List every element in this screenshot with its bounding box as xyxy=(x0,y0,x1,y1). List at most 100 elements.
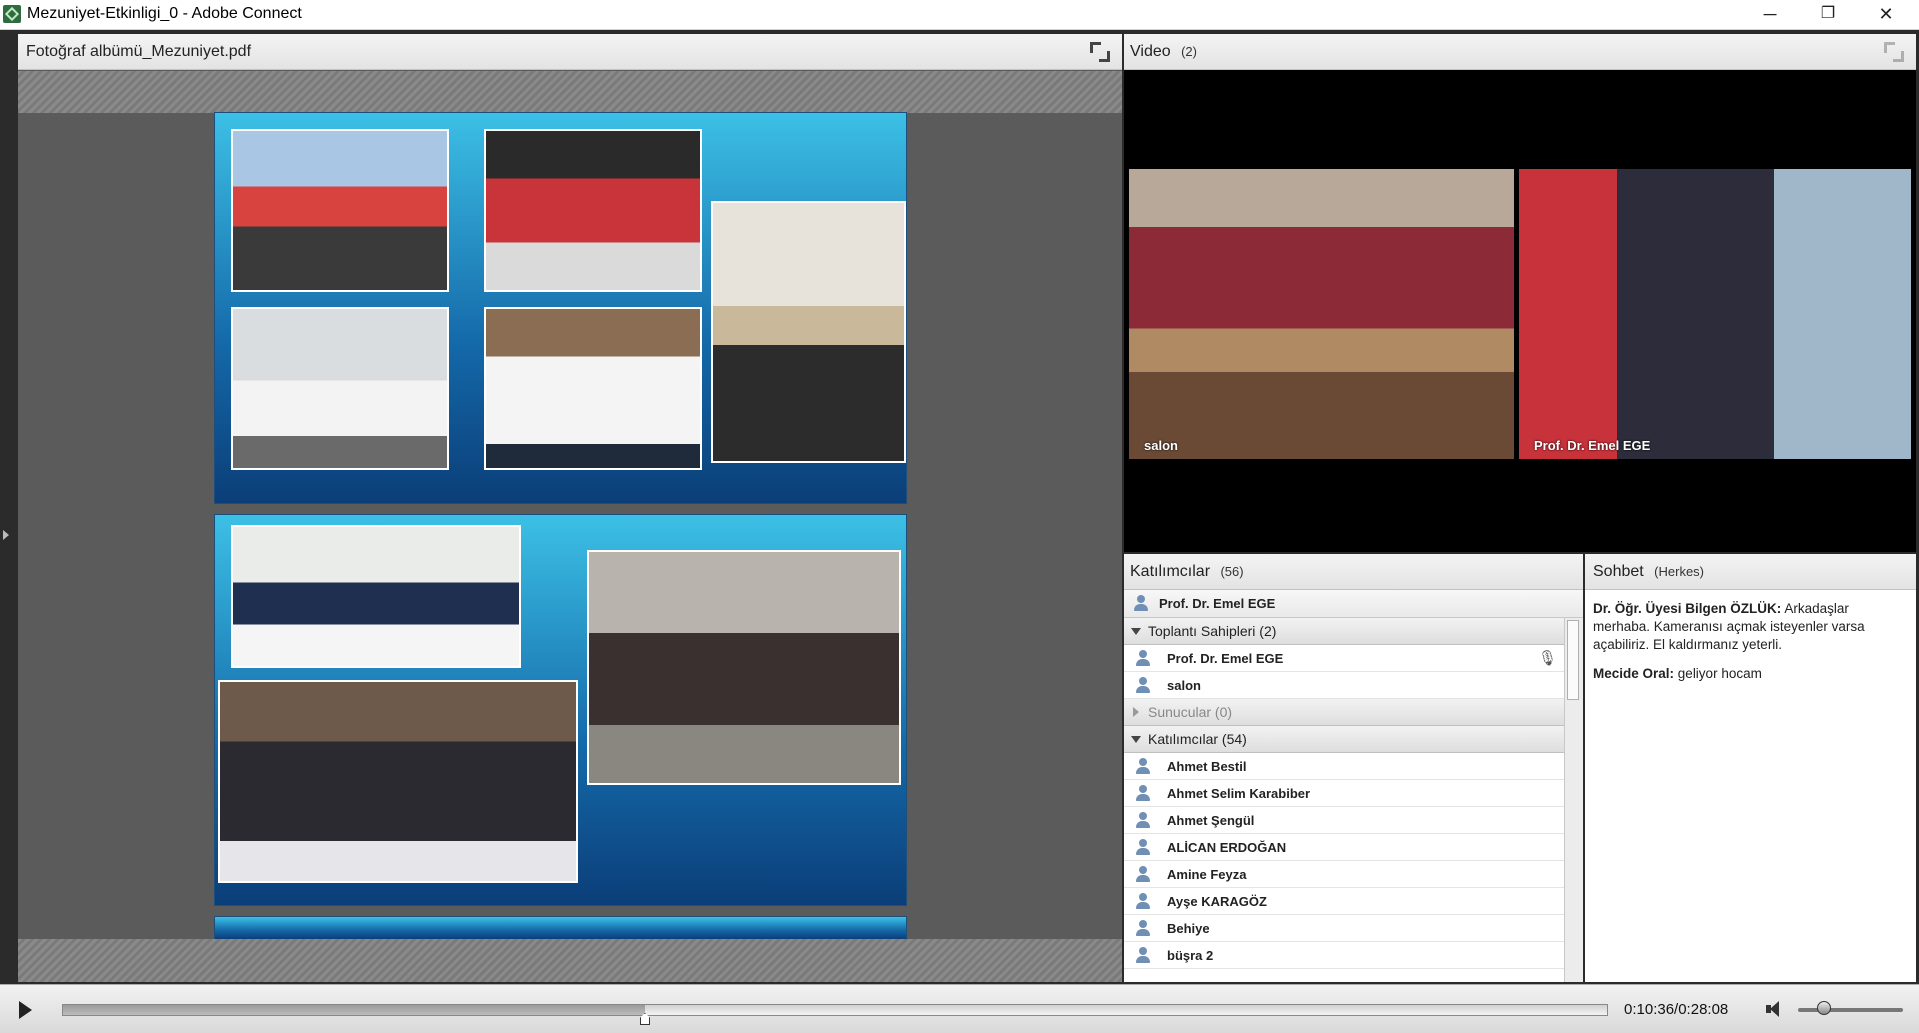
chat-author: Mecide Oral: xyxy=(1593,666,1675,681)
expand-triangle-icon xyxy=(1133,707,1139,717)
video-pod-header: Video (2) xyxy=(1124,34,1916,70)
window-titlebar: Mezuniyet-Etkinligi_0 - Adobe Connect ─ … xyxy=(0,0,1919,30)
participant-person-icon xyxy=(1134,892,1152,910)
photo xyxy=(587,550,901,785)
share-toolbar-strip xyxy=(18,71,1122,113)
list-item[interactable]: Ahmet Bestil xyxy=(1124,753,1564,780)
volume-icon[interactable] xyxy=(1764,999,1788,1019)
photo xyxy=(231,129,449,292)
chat-pod-title: Sohbet (Herkes) xyxy=(1593,563,1704,581)
attendee-name: ALİCAN ERDOĞAN xyxy=(1167,840,1287,855)
document-viewer[interactable] xyxy=(18,113,1122,939)
list-item[interactable]: Amine Feyza xyxy=(1124,861,1564,888)
attendee-name: Prof. Dr. Emel EGE xyxy=(1167,651,1284,666)
attendees-pod-header: Katılımcılar (56) xyxy=(1124,554,1583,590)
minimize-button[interactable]: ─ xyxy=(1741,0,1799,29)
photo xyxy=(231,307,449,470)
attendee-name: Behiye xyxy=(1167,921,1210,936)
attendee-name: Ayşe KARAGÖZ xyxy=(1167,894,1267,909)
active-speaker-row[interactable]: Prof. Dr. Emel EGE xyxy=(1124,590,1583,618)
attendee-name: Ahmet Selim Karabiber xyxy=(1167,786,1311,801)
video-feed-label: Prof. Dr. Emel EGE xyxy=(1534,438,1651,453)
role-group-label: Sunucular (0) xyxy=(1148,704,1233,720)
window-title: Mezuniyet-Etkinligi_0 - Adobe Connect xyxy=(27,5,302,22)
chat-scope: (Herkes) xyxy=(1654,564,1705,579)
photo xyxy=(231,525,521,668)
restore-button[interactable]: ❐ xyxy=(1799,0,1857,29)
share-bottom-strip xyxy=(18,939,1122,982)
pdf-page-3 xyxy=(215,917,906,939)
adobe-connect-app-icon xyxy=(3,5,21,23)
role-group-hosts[interactable]: Toplantı Sahipleri (2) xyxy=(1124,618,1564,645)
video-pod: Video (2) salon Prof. Dr. Emel EGE xyxy=(1124,34,1916,552)
active-speaker-name: Prof. Dr. Emel EGE xyxy=(1159,596,1276,611)
chat-message: Dr. Öğr. Üyesi Bilgen ÖZLÜK: Arkadaşlar … xyxy=(1593,600,1908,654)
list-item[interactable]: Ahmet Selim Karabiber xyxy=(1124,780,1564,807)
playback-progress-bar[interactable] xyxy=(62,1004,1608,1016)
participant-person-icon xyxy=(1134,838,1152,856)
photo xyxy=(484,129,702,292)
attendee-name: büşra 2 xyxy=(1167,948,1214,963)
list-item[interactable]: salon xyxy=(1124,672,1564,699)
list-item[interactable]: Behiye xyxy=(1124,915,1564,942)
chat-text: geliyor hocam xyxy=(1677,666,1762,681)
phone-icon xyxy=(1132,594,1150,612)
participant-person-icon xyxy=(1134,865,1152,883)
microphone-icon: 🎙 xyxy=(1538,650,1558,667)
role-group-participants[interactable]: Katılımcılar (54) xyxy=(1124,726,1564,753)
video-count: (2) xyxy=(1181,44,1197,59)
pdf-page-1 xyxy=(215,113,906,503)
photo xyxy=(484,307,702,470)
collapse-triangle-icon xyxy=(1131,736,1141,743)
attendee-name: Ahmet Şengül xyxy=(1167,813,1255,828)
left-rail xyxy=(0,30,16,980)
participant-person-icon xyxy=(1134,784,1152,802)
play-icon[interactable] xyxy=(12,997,38,1023)
list-item[interactable]: Ahmet Şengül xyxy=(1124,807,1564,834)
close-button[interactable]: ✕ xyxy=(1857,0,1915,29)
attendee-name: salon xyxy=(1167,678,1201,693)
video-feed-salon[interactable]: salon xyxy=(1129,169,1514,459)
attendee-count: (56) xyxy=(1220,564,1244,579)
host-person-icon xyxy=(1134,649,1152,667)
participant-person-icon xyxy=(1134,811,1152,829)
share-pod-header: Fotoğraf albümü_Mezuniyet.pdf xyxy=(18,34,1122,70)
chat-pod-title-text: Sohbet xyxy=(1593,563,1644,580)
host-person-icon xyxy=(1134,676,1152,694)
volume-slider[interactable] xyxy=(1798,1008,1903,1012)
volume-slider-knob[interactable] xyxy=(1817,1001,1831,1015)
list-item[interactable]: ALİCAN ERDOĞAN xyxy=(1124,834,1564,861)
chat-pod-header: Sohbet (Herkes) xyxy=(1585,554,1916,590)
video-feed-label: salon xyxy=(1144,438,1178,453)
photo xyxy=(711,201,906,463)
chat-pod: Sohbet (Herkes) Dr. Öğr. Üyesi Bilgen ÖZ… xyxy=(1585,554,1916,982)
playback-time: 0:10:36/0:28:08 xyxy=(1624,1001,1729,1018)
role-group-label: Toplantı Sahipleri (2) xyxy=(1148,623,1277,639)
playback-progress-fill xyxy=(63,1005,645,1015)
attendees-scrollbar-thumb[interactable] xyxy=(1567,620,1579,700)
attendees-pod: Katılımcılar (56) Prof. Dr. Emel EGE Top… xyxy=(1124,554,1583,982)
list-item[interactable]: büşra 2 xyxy=(1124,942,1564,969)
photo xyxy=(218,680,578,883)
attendees-pod-title-text: Katılımcılar xyxy=(1130,563,1211,580)
attendees-pod-title: Katılımcılar (56) xyxy=(1130,563,1244,581)
role-group-label: Katılımcılar (54) xyxy=(1148,731,1247,747)
collapse-triangle-icon xyxy=(1131,628,1141,635)
video-feed-emel-ege[interactable]: Prof. Dr. Emel EGE xyxy=(1519,169,1911,459)
role-group-presenters[interactable]: Sunucular (0) xyxy=(1124,699,1564,726)
list-item[interactable]: Prof. Dr. Emel EGE 🎙 xyxy=(1124,645,1564,672)
attendee-name: Amine Feyza xyxy=(1167,867,1247,882)
list-item[interactable]: Ayşe KARAGÖZ xyxy=(1124,888,1564,915)
expand-rail-arrow-icon[interactable] xyxy=(3,530,9,540)
participant-person-icon xyxy=(1134,919,1152,937)
share-pod-title: Fotoğraf albümü_Mezuniyet.pdf xyxy=(26,43,252,60)
chat-message: Mecide Oral: geliyor hocam xyxy=(1593,665,1908,683)
fullscreen-icon[interactable] xyxy=(1884,42,1904,62)
participant-person-icon xyxy=(1134,757,1152,775)
video-pod-title: Video (2) xyxy=(1130,43,1197,61)
playback-bar: 0:10:36/0:28:08 xyxy=(0,984,1919,1033)
chat-author: Dr. Öğr. Üyesi Bilgen ÖZLÜK: xyxy=(1593,601,1782,616)
fullscreen-icon[interactable] xyxy=(1090,42,1110,62)
pdf-page-2 xyxy=(215,515,906,905)
share-pod: Fotoğraf albümü_Mezuniyet.pdf xyxy=(18,34,1122,982)
